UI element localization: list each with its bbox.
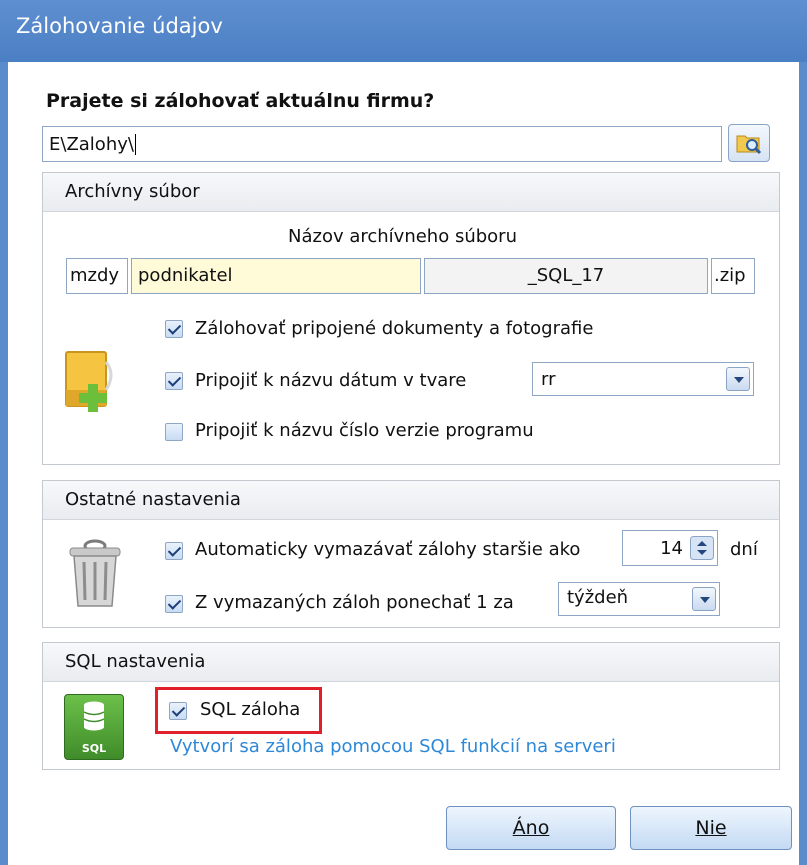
window-frame-left xyxy=(0,62,8,865)
backup-question: Prajete si zálohovať aktuálnu firmu? xyxy=(46,90,435,112)
no-button[interactable]: Nie xyxy=(630,806,792,850)
append-date-label: Pripojiť k názvu dátum v tvare xyxy=(195,370,467,391)
keep-one-checkbox[interactable] xyxy=(165,595,183,613)
append-date-checkbox[interactable] xyxy=(165,372,183,390)
sql-icon-text: SQL xyxy=(81,742,107,755)
attachments-checkbox[interactable] xyxy=(165,320,183,338)
trash-icon xyxy=(69,539,121,607)
sql-backup-checkbox[interactable] xyxy=(169,702,187,720)
chevron-down-icon[interactable] xyxy=(692,587,716,611)
keep-one-label: Z vymazaných záloh ponechať 1 za xyxy=(195,592,514,613)
folder-search-icon xyxy=(736,135,762,155)
database-icon xyxy=(83,701,105,731)
backup-path-input[interactable]: E\Zalohy\ xyxy=(42,126,722,162)
auto-delete-label: Automaticky vymazávať zálohy staršie ako xyxy=(195,539,581,560)
title-bar[interactable]: Zálohovanie údajov xyxy=(0,0,807,62)
archive-add-icon xyxy=(65,351,113,412)
days-spinner[interactable]: 14 xyxy=(622,530,718,566)
sql-backup-note: Vytvorí sa záloha pomocou SQL funkcií na… xyxy=(170,736,616,757)
yes-button[interactable]: Áno xyxy=(446,806,616,850)
sql-database-icon: SQL xyxy=(64,694,124,760)
append-version-label: Pripojiť k názvu číslo verzie programu xyxy=(195,420,534,441)
window-title: Zálohovanie údajov xyxy=(16,14,223,38)
archive-company-value: podnikatel xyxy=(138,265,233,286)
other-settings-header: Ostatné nastavenia xyxy=(65,489,241,510)
keep-period-value: týždeň xyxy=(567,587,629,608)
window-frame-right xyxy=(799,62,807,865)
archive-suffix-field: _SQL_17 xyxy=(424,258,708,294)
keep-period-select[interactable]: týždeň xyxy=(558,582,720,616)
archive-prefix-field: mzdy xyxy=(66,258,128,294)
days-value: 14 xyxy=(660,538,683,559)
days-unit-label: dní xyxy=(730,539,758,560)
browse-folder-button[interactable] xyxy=(728,124,770,162)
archive-company-field[interactable]: podnikatel xyxy=(131,258,421,294)
archive-extension-value: .zip xyxy=(714,265,746,286)
archive-prefix-value: mzdy xyxy=(70,265,120,286)
archive-name-caption: Názov archívneho súboru xyxy=(288,226,517,247)
chevron-down-icon[interactable] xyxy=(726,367,750,391)
backup-path-value: E\Zalohy\ xyxy=(49,134,134,155)
attachments-label: Zálohovať pripojené dokumenty a fotograf… xyxy=(195,318,594,339)
archive-suffix-value: _SQL_17 xyxy=(527,265,605,286)
auto-delete-checkbox[interactable] xyxy=(165,542,183,560)
append-version-checkbox[interactable] xyxy=(165,423,183,441)
sql-settings-header: SQL nastavenia xyxy=(65,651,206,672)
spinner-arrows-icon[interactable] xyxy=(690,536,714,560)
archive-group-header: Archívny súbor xyxy=(65,181,200,202)
date-format-value: rr xyxy=(541,369,556,390)
sql-backup-label: SQL záloha xyxy=(200,699,301,720)
archive-extension-field: .zip xyxy=(711,258,755,294)
date-format-select[interactable]: rr xyxy=(532,362,754,396)
